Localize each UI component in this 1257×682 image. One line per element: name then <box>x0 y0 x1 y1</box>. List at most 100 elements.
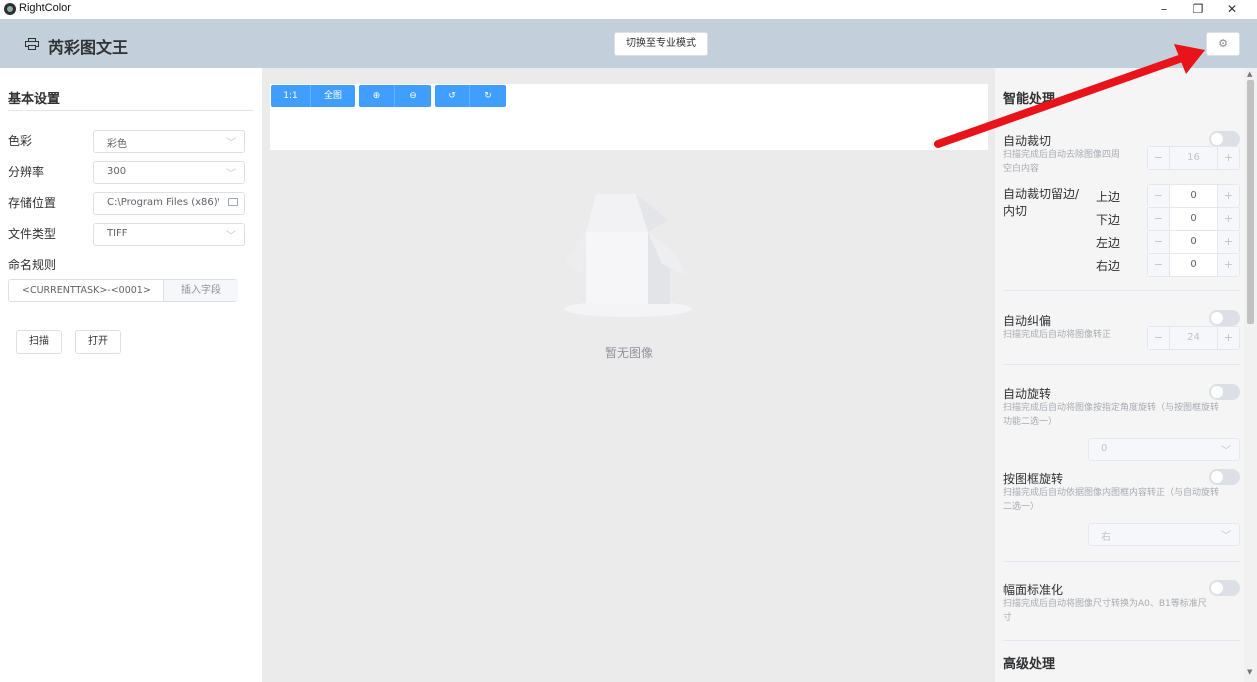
zoom-group: ⊕ ⊖ <box>359 85 431 107</box>
storage-path-field[interactable]: C:\Program Files (x86)\H <box>93 192 245 215</box>
bottom-edge-label: 下边 <box>1096 213 1121 227</box>
right-edge-value[interactable]: 0 <box>1170 254 1217 276</box>
stepper-plus-button[interactable]: + <box>1217 254 1239 276</box>
zoom-in-icon[interactable]: ⊕ <box>359 85 395 107</box>
size-normalize-label: 幅面标准化 <box>1003 583 1064 597</box>
app-header: 芮彩图文王 切换至专业模式 ⚙ <box>0 19 1257 68</box>
crop-margin-label: 自动裁切留边/内切 <box>1003 187 1080 218</box>
preview-toolbar: 1:1 全图 ⊕ ⊖ ↺ ↻ <box>270 84 988 150</box>
stepper-minus-button[interactable]: − <box>1148 231 1170 253</box>
actual-size-button[interactable]: 1:1 <box>271 85 311 107</box>
naming-rule-value: <CURRENTTASK>-<0001> <box>22 285 151 296</box>
auto-rotate-toggle[interactable] <box>1209 384 1240 400</box>
resolution-label: 分辨率 <box>8 165 45 179</box>
rotate-right-icon[interactable]: ↻ <box>470 85 506 107</box>
right-edge-stepper[interactable]: − 0 + <box>1147 253 1240 277</box>
stepper-plus-button[interactable]: + <box>1217 231 1239 253</box>
top-edge-label: 上边 <box>1096 190 1121 204</box>
scroll-up-icon[interactable]: ▲ <box>1247 70 1252 78</box>
chevron-down-icon: ﹀ <box>1221 446 1231 457</box>
basic-settings-panel: 基本设置 色彩 彩色 ﹀ 分辨率 300 ﹀ 存储位置 C:\Program F… <box>0 68 262 682</box>
naming-rule-field[interactable]: <CURRENTTASK>-<0001> 插入字段 <box>8 279 238 302</box>
resolution-select-value: 300 <box>107 166 127 177</box>
auto-rotate-desc: 扫描完成后自动将图像按指定角度旋转（与按图框旋转功能二选一） <box>1003 403 1220 427</box>
left-edge-stepper[interactable]: − 0 + <box>1147 230 1240 254</box>
auto-deskew-desc: 扫描完成后自动将图像转正 <box>1003 330 1112 340</box>
filetype-select[interactable]: TIFF ﹀ <box>93 223 245 246</box>
insert-field-button[interactable]: 插入字段 <box>163 280 238 301</box>
storage-path-value: C:\Program Files (x86)\H <box>107 197 219 208</box>
auto-deskew-value[interactable]: 24 <box>1170 327 1217 349</box>
frame-rotate-direction-select[interactable]: 右 ﹀ <box>1088 523 1240 546</box>
minimize-button[interactable]: – <box>1146 0 1182 19</box>
auto-deskew-stepper[interactable]: − 24 + <box>1147 326 1240 350</box>
switch-pro-mode-button[interactable]: 切换至专业模式 <box>614 32 708 56</box>
top-edge-stepper[interactable]: − 0 + <box>1147 184 1240 208</box>
fit-window-button[interactable]: 全图 <box>311 85 355 107</box>
auto-deskew-toggle[interactable] <box>1209 310 1240 326</box>
frame-rotate-desc: 扫描完成后自动依据图像内图框内容转正（与自动旋转二选一） <box>1003 488 1220 512</box>
preview-canvas[interactable]: 1:1 全图 ⊕ ⊖ ↺ ↻ 暂无图像 <box>270 84 988 675</box>
app-brand-title: 芮彩图文王 <box>48 38 129 57</box>
auto-crop-stepper[interactable]: − 16 + <box>1147 146 1240 170</box>
folder-icon[interactable] <box>228 198 238 206</box>
stepper-plus-button[interactable]: + <box>1217 147 1239 169</box>
rotate-left-icon[interactable]: ↺ <box>435 85 470 107</box>
smart-processing-panel: 智能处理 自动裁切 扫描完成后自动去除图像四周空白内容 − 16 + 自动裁切留… <box>995 68 1257 682</box>
chevron-down-icon: ﹀ <box>1221 531 1231 542</box>
right-panel-scrollbar[interactable]: ▲ ▼ <box>1244 68 1257 682</box>
bottom-edge-stepper[interactable]: − 0 + <box>1147 207 1240 231</box>
rotate-group: ↺ ↻ <box>435 85 506 107</box>
color-select[interactable]: 彩色 ﹀ <box>93 130 245 153</box>
section-divider <box>1003 640 1240 641</box>
auto-crop-toggle[interactable] <box>1209 131 1240 147</box>
empty-box-illustration <box>564 194 692 317</box>
frame-rotate-toggle[interactable] <box>1209 469 1240 485</box>
color-label: 色彩 <box>8 134 33 148</box>
close-button[interactable]: ✕ <box>1214 0 1250 19</box>
size-normalize-toggle[interactable] <box>1209 580 1240 596</box>
auto-crop-value[interactable]: 16 <box>1170 147 1217 169</box>
section-divider <box>1003 561 1240 562</box>
stepper-plus-button[interactable]: + <box>1217 208 1239 230</box>
scrollbar-thumb[interactable] <box>1247 80 1254 324</box>
zoom-fit-group: 1:1 全图 <box>271 85 355 107</box>
smart-processing-title: 智能处理 <box>1003 92 1056 107</box>
stepper-minus-button[interactable]: − <box>1148 185 1170 207</box>
auto-rotate-angle-value: 0 <box>1101 443 1108 454</box>
auto-rotate-angle-select[interactable]: 0 ﹀ <box>1088 438 1240 461</box>
resolution-select[interactable]: 300 ﹀ <box>93 161 245 184</box>
scroll-down-icon[interactable]: ▼ <box>1247 668 1252 676</box>
left-edge-value[interactable]: 0 <box>1170 231 1217 253</box>
color-select-value: 彩色 <box>107 139 127 150</box>
stepper-plus-button[interactable]: + <box>1217 327 1239 349</box>
auto-crop-label: 自动裁切 <box>1003 134 1052 148</box>
settings-button[interactable]: ⚙ <box>1206 32 1240 56</box>
maximize-button[interactable]: ❐ <box>1180 0 1216 19</box>
title-bar: RightColor – ❐ ✕ <box>0 0 1257 19</box>
bottom-edge-value[interactable]: 0 <box>1170 208 1217 230</box>
right-edge-label: 右边 <box>1096 259 1121 273</box>
chevron-down-icon: ﹀ <box>226 169 236 180</box>
chevron-down-icon: ﹀ <box>226 138 236 149</box>
filetype-select-value: TIFF <box>107 228 128 239</box>
window-title: RightColor <box>19 2 71 14</box>
image-preview-area: 1:1 全图 ⊕ ⊖ ↺ ↻ 暂无图像 <box>262 68 995 682</box>
filetype-label: 文件类型 <box>8 227 57 241</box>
gear-icon: ⚙ <box>1218 37 1228 50</box>
stepper-minus-button[interactable]: − <box>1148 208 1170 230</box>
open-button[interactable]: 打开 <box>75 330 121 354</box>
stepper-minus-button[interactable]: − <box>1148 254 1170 276</box>
stepper-plus-button[interactable]: + <box>1217 185 1239 207</box>
top-edge-value[interactable]: 0 <box>1170 185 1217 207</box>
stepper-minus-button[interactable]: − <box>1148 327 1170 349</box>
advanced-processing-title: 高级处理 <box>1003 657 1056 672</box>
scan-button[interactable]: 扫描 <box>16 330 62 354</box>
size-normalize-desc: 扫描完成后自动将图像尺寸转换为A0、B1等标准尺寸 <box>1003 599 1207 623</box>
zoom-out-icon[interactable]: ⊖ <box>395 85 431 107</box>
chevron-down-icon: ﹀ <box>226 231 236 242</box>
naming-label: 命名规则 <box>8 258 57 272</box>
app-logo-icon <box>4 3 16 15</box>
section-divider <box>8 110 254 111</box>
stepper-minus-button[interactable]: − <box>1148 147 1170 169</box>
